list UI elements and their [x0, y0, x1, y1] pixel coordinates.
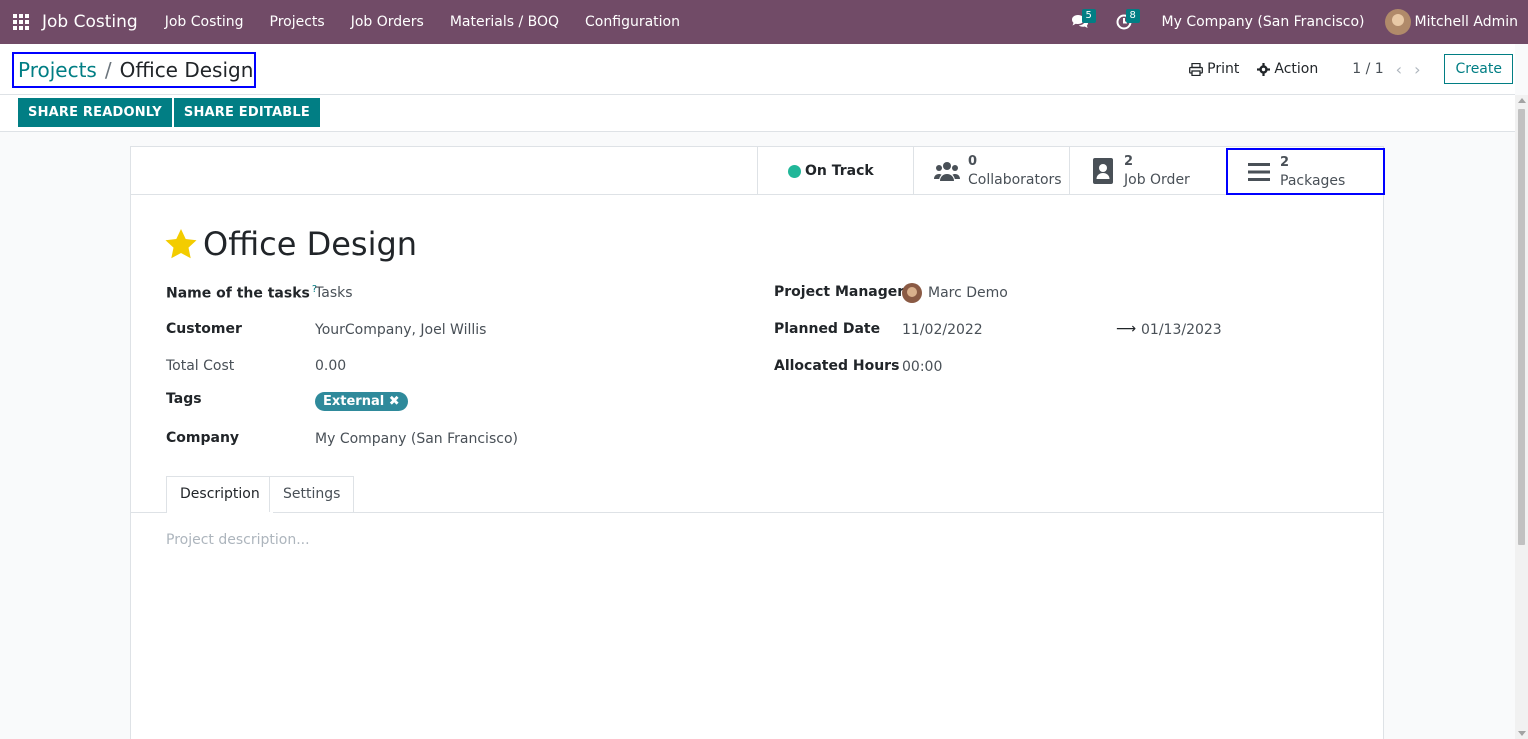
tag-external[interactable]: External ✖ — [315, 392, 408, 411]
share-editable-button[interactable]: SHARE EDITABLE — [173, 98, 320, 127]
collaborators-button[interactable]: 0 Collaborators — [913, 147, 1069, 195]
planned-date-label: Planned Date — [774, 321, 881, 337]
gear-icon — [1257, 62, 1271, 76]
menu-materials-boq[interactable]: Materials / BOQ — [437, 14, 572, 30]
pager: 1 / 1 ‹ › — [1352, 60, 1420, 79]
collaborators-label: Collaborators — [968, 172, 1062, 188]
company-label: Company — [166, 430, 240, 446]
pager-next-icon[interactable]: › — [1414, 60, 1420, 79]
pager-previous-icon[interactable]: ‹ — [1396, 60, 1402, 79]
action-button[interactable]: Action — [1257, 61, 1318, 77]
action-label: Action — [1274, 61, 1319, 77]
form-sheet: On Track 0 Collaborators 2 Job Order 2 P… — [130, 146, 1385, 739]
tags-label: Tags — [166, 391, 202, 407]
print-button[interactable]: Print — [1189, 61, 1239, 77]
user-menu[interactable]: Mitchell Admin — [1375, 9, 1528, 35]
apps-menu-icon[interactable] — [0, 0, 42, 44]
user-avatar — [1384, 9, 1411, 35]
control-panel: Projects / Office Design Print Action 1 … — [0, 44, 1515, 132]
manager-avatar — [902, 283, 922, 303]
scroll-up-icon[interactable] — [1518, 98, 1526, 103]
tasks-name-label-text: Name of the tasks — [166, 285, 310, 302]
control-panel-divider — [0, 94, 1515, 95]
customer-label: Customer — [166, 321, 242, 337]
breadcrumb-current: Office Design — [119, 58, 254, 82]
allocated-hours-field[interactable]: 00:00 — [902, 359, 942, 375]
user-name: Mitchell Admin — [1414, 14, 1519, 30]
company-field[interactable]: My Company (San Francisco) — [315, 431, 518, 447]
total-cost-field: 0.00 — [315, 358, 347, 374]
breadcrumb-separator: / — [104, 58, 112, 82]
packages-label: Packages — [1280, 172, 1346, 189]
tab-settings[interactable]: Settings — [269, 476, 355, 512]
project-title[interactable]: Office Design — [203, 225, 417, 263]
tasks-name-field[interactable]: Tasks — [315, 285, 353, 301]
tasks-name-label: Name of the tasks? — [166, 284, 317, 302]
breadcrumb-projects-link[interactable]: Projects — [18, 58, 97, 82]
notebook-tabs: Description Settings — [131, 476, 1383, 513]
packages-button[interactable]: 2 Packages — [1226, 148, 1385, 195]
company-switcher[interactable]: My Company (San Francisco) — [1146, 14, 1375, 30]
app-name[interactable]: Job Costing — [42, 12, 138, 32]
menu-configuration[interactable]: Configuration — [572, 14, 693, 30]
activities-count-badge: 8 — [1125, 9, 1140, 23]
description-editor[interactable]: Project description... — [166, 532, 310, 548]
allocated-hours-label: Allocated Hours — [774, 358, 900, 374]
total-cost-label: Total Cost — [166, 358, 235, 374]
print-label: Print — [1207, 61, 1240, 77]
activities-button[interactable]: 8 — [1102, 0, 1146, 44]
planned-date-end-field[interactable]: 01/13/2023 — [1141, 322, 1222, 338]
favorite-star-icon[interactable] — [165, 228, 197, 260]
tag-remove-icon[interactable]: ✖ — [389, 394, 400, 409]
pager-value[interactable]: 1 / 1 — [1352, 61, 1383, 77]
status-dot-icon — [788, 164, 801, 178]
project-manager-field[interactable]: Marc Demo — [928, 285, 1008, 301]
share-readonly-button[interactable]: SHARE READONLY — [18, 98, 172, 127]
collaborators-count: 0 — [968, 154, 978, 169]
job-order-button[interactable]: 2 Job Order — [1069, 147, 1225, 195]
messages-count-badge: 5 — [1081, 9, 1096, 23]
arrow-right-icon: ⟶ — [1116, 321, 1137, 337]
packages-count: 2 — [1280, 154, 1290, 170]
status-button[interactable]: On Track — [757, 147, 913, 195]
planned-date-start-field[interactable]: 11/02/2022 — [902, 322, 983, 338]
tab-description[interactable]: Description — [166, 476, 274, 513]
project-manager-label: Project Manager — [774, 284, 905, 300]
create-button[interactable]: Create — [1444, 54, 1513, 84]
menu-projects[interactable]: Projects — [257, 14, 338, 30]
print-icon — [1189, 62, 1204, 76]
menu-job-costing[interactable]: Job Costing — [152, 14, 257, 30]
customer-field[interactable]: YourCompany, Joel Willis — [315, 322, 486, 338]
job-order-count: 2 — [1124, 154, 1134, 169]
bars-icon — [1244, 162, 1274, 181]
scrollbar[interactable] — [1515, 95, 1528, 739]
menu-job-orders[interactable]: Job Orders — [338, 14, 437, 30]
scroll-thumb[interactable] — [1518, 109, 1525, 545]
address-book-icon — [1088, 158, 1118, 184]
messages-button[interactable]: 5 — [1058, 0, 1102, 44]
tag-external-label: External — [323, 394, 385, 409]
top-navbar: Job Costing Job Costing Projects Job Ord… — [0, 0, 1528, 44]
breadcrumb: Projects / Office Design — [12, 52, 256, 88]
scroll-down-icon[interactable] — [1518, 731, 1526, 736]
button-box: On Track 0 Collaborators 2 Job Order 2 P… — [131, 147, 1385, 195]
job-order-label: Job Order — [1124, 172, 1190, 188]
status-label: On Track — [805, 163, 874, 179]
users-icon — [932, 160, 962, 182]
